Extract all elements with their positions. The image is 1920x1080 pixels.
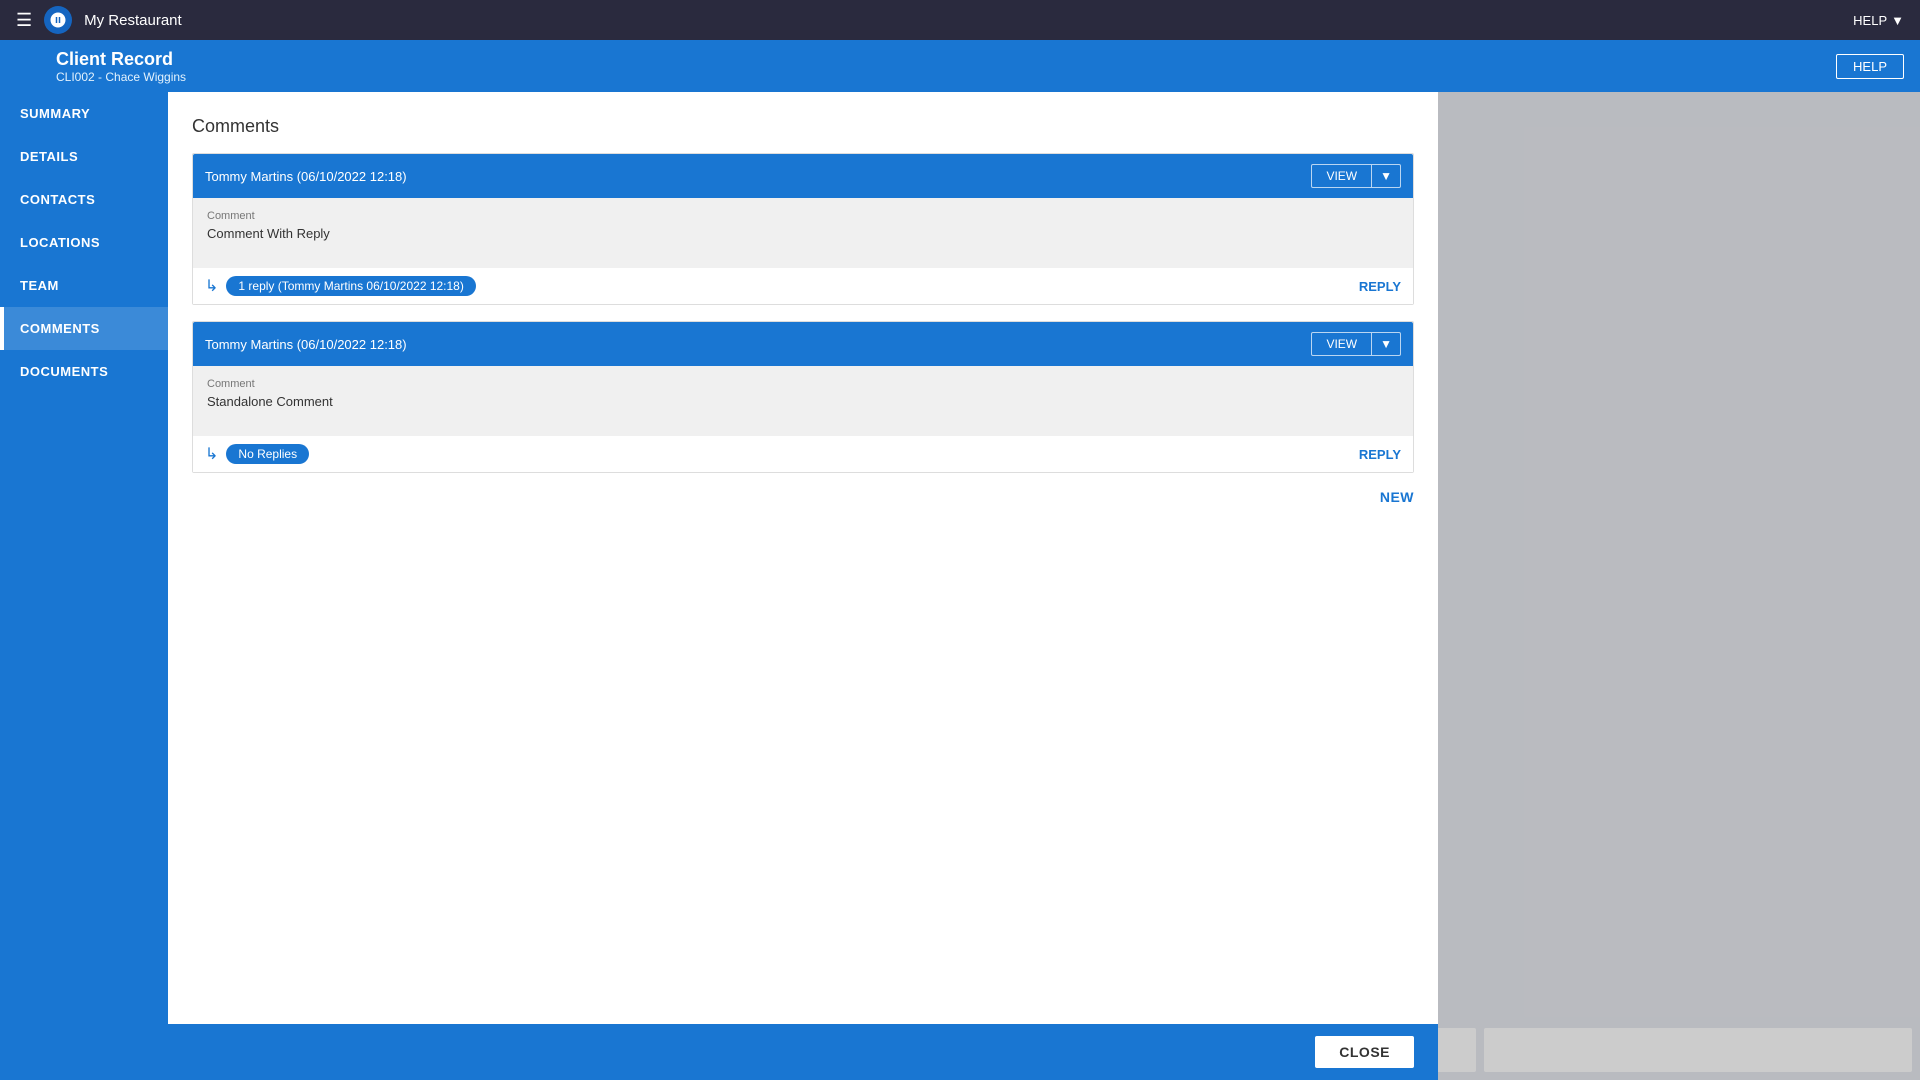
view-dropdown-1[interactable]: ▼ [1371,164,1401,188]
comment-label-1: Comment [207,210,1399,222]
comment-label-2: Comment [207,378,1399,390]
comment-text-1: Comment With Reply [207,226,1399,241]
sidebar-item-comments[interactable]: COMMENTS [0,307,168,350]
reply-indicator-1: ↳ 1 reply (Tommy Martins 06/10/2022 12:1… [205,276,476,296]
comment-footer-1: ↳ 1 reply (Tommy Martins 06/10/2022 12:1… [193,268,1413,304]
reply-indicator-2: ↳ No Replies [205,444,309,464]
comment-body-1: Comment Comment With Reply [193,198,1413,268]
sidebar: SUMMARY DETAILS CONTACTS LOCATIONS TEAM … [0,92,168,1080]
sidebar-item-contacts[interactable]: CONTACTS [0,178,168,221]
top-nav: ☰ My Restaurant HELP ▼ [0,0,1920,40]
reply-button-1[interactable]: REPLY [1359,279,1401,294]
reply-button-2[interactable]: REPLY [1359,447,1401,462]
top-nav-left: ☰ My Restaurant [16,6,182,34]
comments-modal: Comments Tommy Martins (06/10/2022 12:18… [168,92,1438,1080]
main-layout: SUMMARY DETAILS CONTACTS LOCATIONS TEAM … [0,92,1920,1080]
comment-card-1: Tommy Martins (06/10/2022 12:18) VIEW ▼ … [192,153,1414,305]
comment-footer-2: ↳ No Replies REPLY [193,436,1413,472]
comment-card-2: Tommy Martins (06/10/2022 12:18) VIEW ▼ … [192,321,1414,473]
modal-title: Comments [192,116,1414,137]
new-comment-button[interactable]: NEW [1380,489,1414,505]
view-button-1[interactable]: VIEW [1311,164,1371,188]
app-logo [44,6,72,34]
view-button-2[interactable]: VIEW [1311,332,1371,356]
reply-arrow-icon-2: ↳ [205,444,218,464]
comment-text-2: Standalone Comment [207,394,1399,409]
sidebar-item-documents[interactable]: DOCUMENTS [0,350,168,393]
reply-badge-1[interactable]: 1 reply (Tommy Martins 06/10/2022 12:18) [226,276,475,296]
modal-body: Comments Tommy Martins (06/10/2022 12:18… [168,92,1438,1024]
top-help-button[interactable]: HELP ▼ [1853,13,1904,28]
sidebar-item-locations[interactable]: LOCATIONS [0,221,168,264]
close-button[interactable]: CLOSE [1315,1036,1414,1068]
comment-author-1: Tommy Martins (06/10/2022 12:18) [205,169,407,184]
sidebar-item-summary[interactable]: SUMMARY [0,92,168,135]
view-dropdown-2[interactable]: ▼ [1371,332,1401,356]
new-button-container: NEW [192,489,1414,505]
no-replies-badge-2[interactable]: No Replies [226,444,309,464]
sidebar-item-team[interactable]: TEAM [0,264,168,307]
reply-arrow-icon-1: ↳ [205,276,218,296]
client-subtitle: CLI002 - Chace Wiggins [56,70,186,84]
client-record-title: Client Record [56,49,186,70]
sidebar-item-details[interactable]: DETAILS [0,135,168,178]
comment-header-1: Tommy Martins (06/10/2022 12:18) VIEW ▼ [193,154,1413,198]
client-header: Client Record CLI002 - Chace Wiggins HEL… [0,40,1920,92]
app-title: My Restaurant [84,12,182,29]
comment-body-2: Comment Standalone Comment [193,366,1413,436]
menu-icon[interactable]: ☰ [16,10,32,31]
content-area: Comments Tommy Martins (06/10/2022 12:18… [168,92,1920,1080]
modal-overlay: Comments Tommy Martins (06/10/2022 12:18… [168,92,1920,1080]
header-help-button[interactable]: HELP [1836,54,1904,79]
comment-author-2: Tommy Martins (06/10/2022 12:18) [205,337,407,352]
comment-header-2: Tommy Martins (06/10/2022 12:18) VIEW ▼ [193,322,1413,366]
modal-footer: CLOSE [168,1024,1438,1080]
